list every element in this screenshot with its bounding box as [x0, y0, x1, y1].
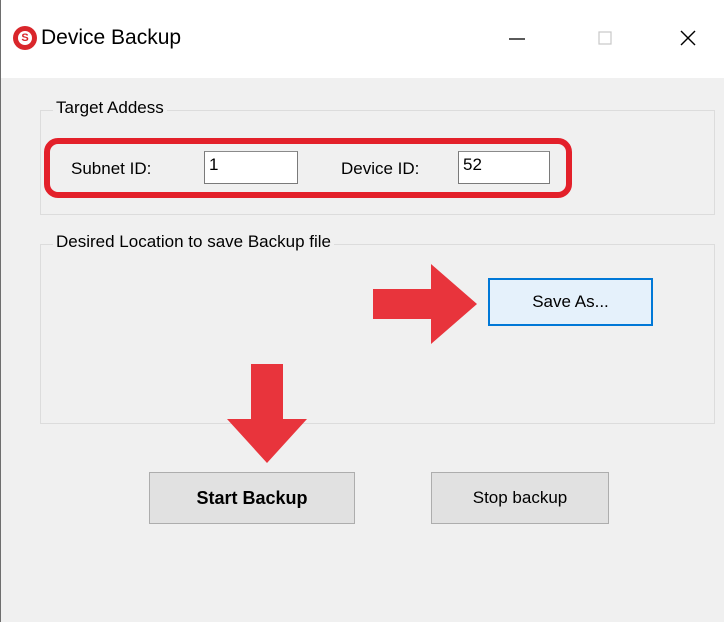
maximize-button[interactable] [582, 18, 628, 58]
backup-location-legend: Desired Location to save Backup file [53, 232, 334, 252]
device-backup-window: S Device Backup Target Addess Subnet ID:… [0, 0, 725, 622]
arrow-down-icon [227, 364, 307, 463]
save-as-button[interactable]: Save As... [488, 278, 653, 326]
close-icon [680, 30, 696, 46]
minimize-button[interactable] [494, 18, 540, 58]
app-logo-letter: S [18, 31, 32, 45]
window-title: Device Backup [41, 26, 182, 49]
minimize-icon [509, 38, 525, 40]
app-logo-icon: S [13, 26, 37, 50]
close-button[interactable] [665, 18, 711, 58]
maximize-icon [598, 31, 612, 45]
start-backup-button[interactable]: Start Backup [149, 472, 355, 524]
highlight-box [44, 138, 572, 198]
target-address-legend: Target Addess [53, 98, 167, 118]
title-bar[interactable]: S Device Backup [1, 0, 725, 78]
stop-backup-button[interactable]: Stop backup [431, 472, 609, 524]
arrow-right-icon [373, 264, 477, 344]
